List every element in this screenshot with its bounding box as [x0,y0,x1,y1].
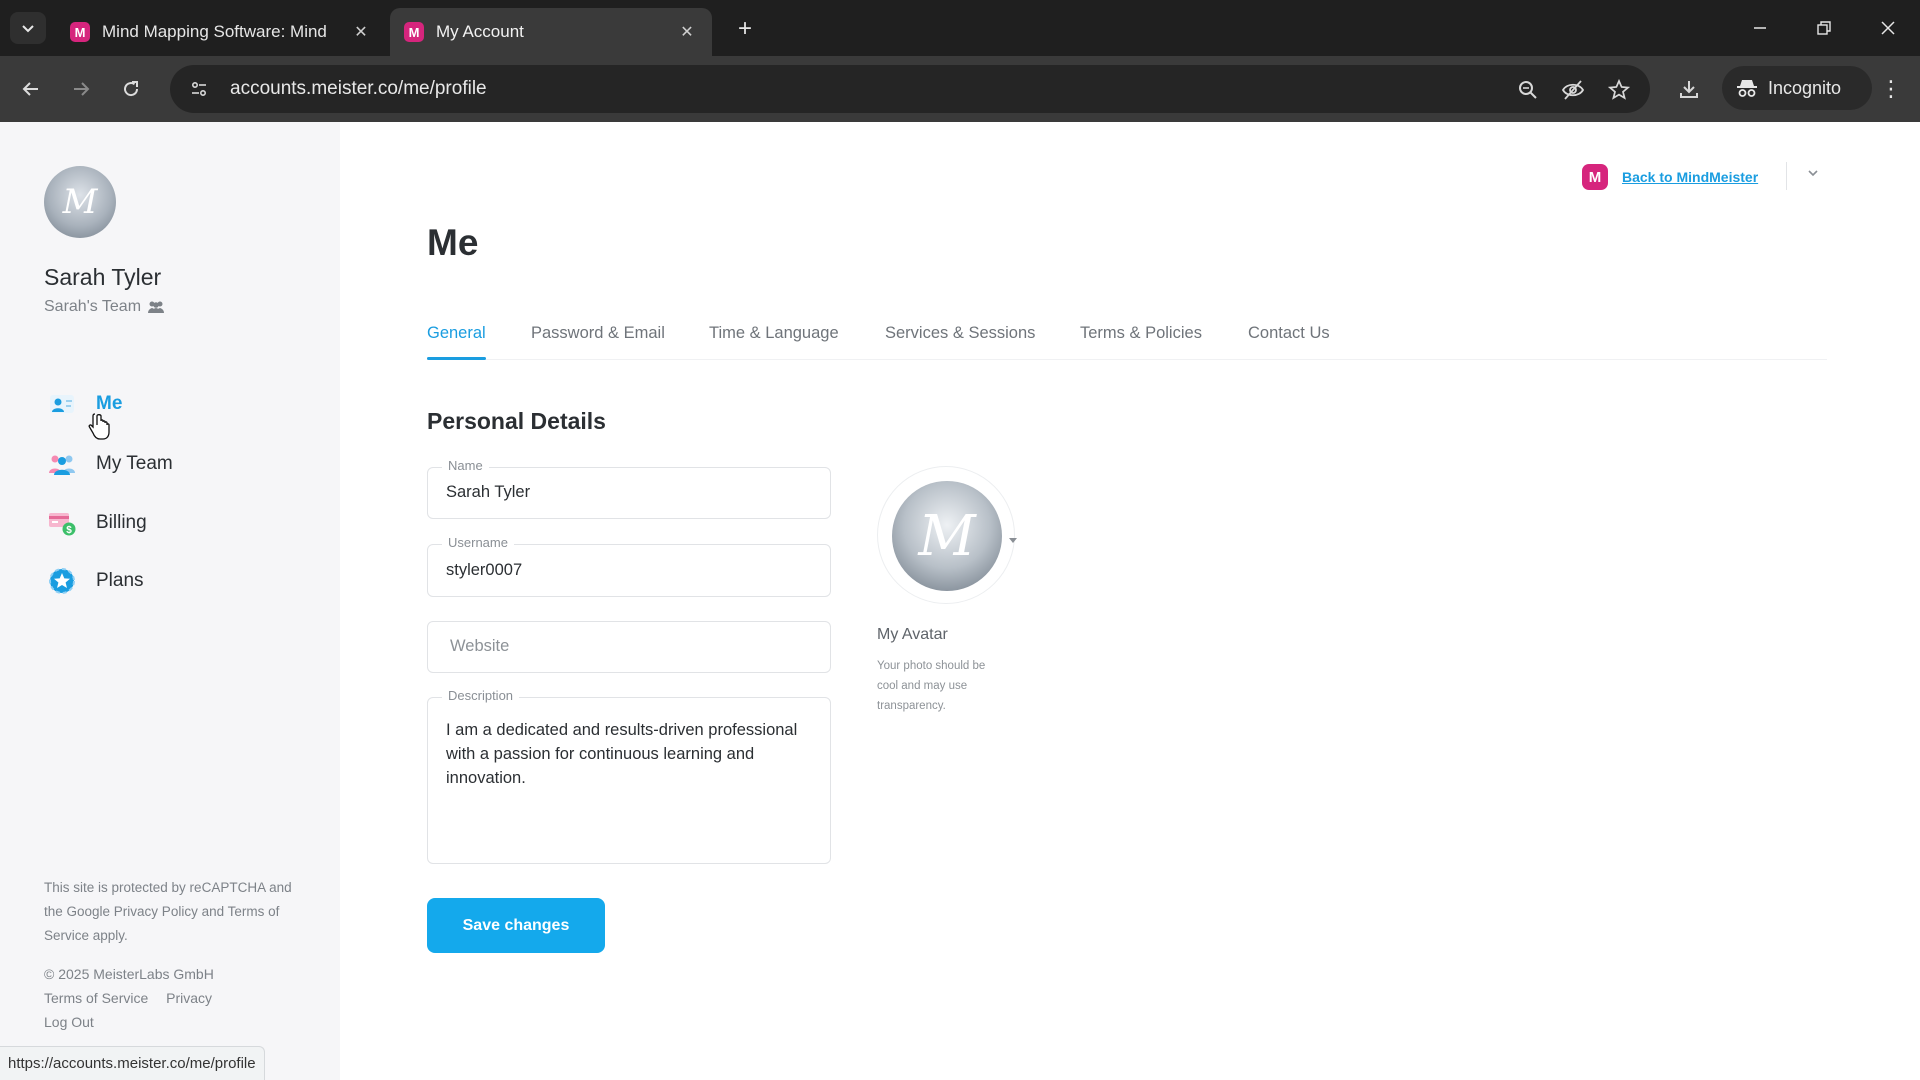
tab-title: Mind Mapping Software: Mind [102,22,327,41]
sidebar-item-label: Plans [96,570,144,591]
arrow-right-icon [74,82,90,96]
eye-off-icon[interactable] [1560,77,1586,103]
browser-menu-button[interactable]: ⋮ [1876,72,1906,106]
back-link-text: Back to MindMeister [1622,169,1759,185]
tab-time-language[interactable]: Time & Language [709,324,839,343]
mindmeister-favicon-icon: M [404,22,424,42]
caret-down-icon [1009,538,1017,543]
avatar[interactable]: M [44,166,116,238]
chevron-down-icon [1808,170,1818,177]
sidebar-item-label: Billing [96,512,147,533]
team-name-text: Sarah's Team [44,298,142,315]
name-field[interactable]: Name Sarah Tyler [427,458,831,519]
terms-of-service-link[interactable]: Terms of Service [44,990,148,1006]
description-field[interactable]: Description I am a dedicated and results… [427,688,831,864]
reload-icon [124,81,139,97]
avatar-upload[interactable]: M [877,466,1015,604]
new-tab-button[interactable]: + [730,14,760,44]
recaptcha-notice: This site is protected by reCAPTCHA and … [44,880,292,943]
sidebar-item-my-team[interactable]: My Team [44,444,173,484]
user-name: Sarah Tyler [44,264,162,290]
browser-toolbar: accounts.meister.co/me/profile [0,56,1920,122]
restore-button[interactable] [1804,10,1844,46]
forward-button[interactable] [64,72,98,106]
footer-links: Terms of Service Privacy [44,990,226,1006]
restore-icon [1817,21,1831,35]
incognito-badge[interactable]: Incognito [1722,66,1872,110]
username-field[interactable]: Username styler0007 [427,535,831,597]
downloads-button[interactable] [1672,72,1706,106]
mouse-cursor-icon [88,413,110,440]
name-field-label: Name [442,458,489,473]
close-icon [1881,21,1895,35]
plus-icon: + [737,15,752,42]
avatar-menu-toggle[interactable] [1008,532,1018,550]
close-icon[interactable]: ✕ [350,21,372,43]
more-vertical-icon: ⋮ [1880,76,1902,101]
incognito-label: Incognito [1768,77,1842,98]
active-tab-indicator [427,357,486,360]
site-info-icon[interactable] [176,79,222,99]
mindmeister-logo-icon: M [1582,164,1608,190]
arrow-left-icon [22,82,38,96]
section-title: Personal Details [427,408,606,434]
tab-terms-policies[interactable]: Terms & Policies [1080,324,1202,343]
settings-tabs: General Password & Email Time & Language… [427,318,1827,360]
team-icon [148,301,165,313]
username-field-label: Username [442,535,514,550]
header-divider [1786,162,1787,190]
sidebar-item-label: My Team [96,453,173,474]
url-text: accounts.meister.co/me/profile [230,78,487,99]
team-name: Sarah's Team [44,298,165,316]
team-icon [44,446,80,482]
browser-tab-mindmeister[interactable]: M Mind Mapping Software: Mind ✕ [56,8,386,56]
plans-icon [44,563,80,599]
privacy-link[interactable]: Privacy [166,990,212,1006]
description-field-value: I am a dedicated and results-driven prof… [446,721,798,787]
tab-contact-us[interactable]: Contact Us [1248,324,1330,343]
bookmark-star-icon[interactable] [1606,77,1632,103]
tab-search-button[interactable] [10,12,46,44]
browser-tab-my-account[interactable]: M My Account ✕ [390,8,712,56]
sidebar: M Sarah Tyler Sarah's Team Me My Team $ … [0,122,340,1080]
website-field[interactable]: Website [427,621,831,673]
minimize-icon [1754,27,1766,29]
account-menu-toggle[interactable] [1806,166,1820,185]
tab-services-sessions[interactable]: Services & Sessions [885,324,1035,343]
tab-password-email[interactable]: Password & Email [531,324,665,343]
description-field-label: Description [442,688,520,703]
tab-general[interactable]: General [427,324,486,343]
logout-link[interactable]: Log Out [44,1014,94,1030]
chevron-down-icon [22,25,34,33]
close-icon[interactable]: ✕ [676,21,698,43]
incognito-icon [1737,80,1757,97]
sidebar-item-plans[interactable]: Plans [44,561,144,601]
reload-button[interactable] [114,72,148,106]
minimize-button[interactable] [1740,10,1780,46]
tab-title: My Account [436,22,524,41]
website-field-placeholder: Website [450,637,510,655]
avatar-hint: Your photo should be cool and may use tr… [877,660,986,712]
billing-icon: $ [44,505,80,541]
status-bar-url: https://accounts.meister.co/me/profile [0,1046,265,1080]
browser-tab-strip: M Mind Mapping Software: Mind ✕ M My Acc… [0,0,1920,56]
name-field-value: Sarah Tyler [446,483,531,501]
back-to-mindmeister-link[interactable]: M Back to MindMeister [1582,164,1758,190]
user-card-icon [44,386,80,422]
save-changes-button[interactable]: Save changes [427,898,605,953]
zoom-icon[interactable] [1515,77,1541,103]
back-button[interactable] [14,72,48,106]
download-icon [1680,81,1698,98]
username-field-value: styler0007 [446,561,523,579]
copyright: © 2025 MeisterLabs GmbH [44,966,214,982]
address-bar[interactable]: accounts.meister.co/me/profile [170,65,1650,113]
window-close-button[interactable] [1868,10,1908,46]
page-title: Me [427,222,479,263]
avatar-title: My Avatar [877,626,948,643]
avatar: M [892,481,1002,591]
svg-text:$: $ [66,525,72,536]
mindmeister-favicon-icon: M [70,22,90,42]
sidebar-item-billing[interactable]: $ Billing [44,503,147,543]
